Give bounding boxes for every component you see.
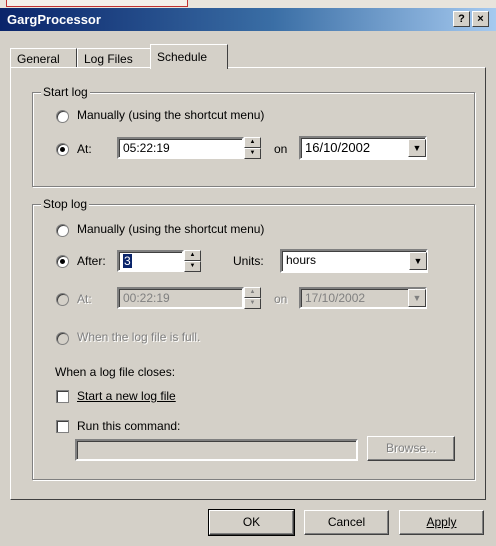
start-time-input[interactable]: 05:22:19 [117,137,244,159]
background-strip [0,0,496,8]
after-value: 3 [123,254,132,268]
close-button[interactable]: × [472,11,489,27]
closes-label: When a log file closes: [55,365,176,379]
start-at-label: At: [77,142,92,156]
run-command-checkbox[interactable] [56,420,69,433]
stop-after-radio[interactable] [56,255,69,268]
units-label: Units: [233,254,264,268]
stop-manually-radio[interactable] [56,224,69,237]
window-title: GargProcessor [7,12,101,27]
stop-after-spinner[interactable]: ▲ ▼ [184,250,201,272]
help-button[interactable]: ? [453,11,470,27]
tab-log-files[interactable]: Log Files [77,48,152,68]
stop-at-time-input[interactable]: 00:22:19 [117,287,244,309]
when-full-label: When the log file is full. [77,330,201,344]
stop-log-legend: Stop log [41,197,90,211]
apply-button[interactable]: Apply [399,510,484,535]
spin-down-icon[interactable]: ▼ [244,298,261,309]
cancel-button[interactable]: Cancel [304,510,389,535]
start-log-legend: Start log [41,85,90,99]
chevron-down-icon[interactable]: ▼ [408,139,426,157]
stop-at-radio[interactable] [56,293,69,306]
spin-up-icon[interactable]: ▲ [184,250,201,261]
spin-down-icon[interactable]: ▼ [184,261,201,272]
spin-down-icon[interactable]: ▼ [244,148,261,159]
browse-button[interactable]: Browse... [367,436,455,461]
start-at-radio[interactable] [56,143,69,156]
start-manually-label: Manually (using the shortcut menu) [77,108,265,122]
tab-schedule[interactable]: Schedule [150,44,228,69]
start-on-label: on [274,142,288,156]
chevron-down-icon[interactable]: ▼ [408,289,426,307]
stop-at-time-spinner[interactable]: ▲ ▼ [244,287,261,309]
help-icon: ? [458,13,465,25]
title-bar: GargProcessor ? × [0,8,496,31]
stop-at-label: At: [77,292,92,306]
when-full-radio[interactable] [56,332,69,345]
start-new-log-checkbox[interactable] [56,390,69,403]
spin-up-icon[interactable]: ▲ [244,287,261,298]
ok-button[interactable]: OK [208,509,295,536]
run-command-label: Run this command: [77,419,181,433]
start-new-log-label: Start a new log file [77,389,176,403]
close-icon: × [477,13,484,25]
start-manually-radio[interactable] [56,110,69,123]
spin-up-icon[interactable]: ▲ [244,137,261,148]
stop-after-label: After: [77,254,106,268]
start-time-spinner[interactable]: ▲ ▼ [244,137,261,159]
stop-at-on-label: on [274,292,288,306]
callout-box [6,0,188,7]
command-input[interactable] [75,439,358,461]
units-select[interactable]: hours [280,249,428,273]
chevron-down-icon[interactable]: ▼ [409,252,427,270]
stop-manually-label: Manually (using the shortcut menu) [77,222,265,236]
stop-after-input[interactable]: 3 [117,250,184,272]
tab-general[interactable]: General [10,48,77,68]
